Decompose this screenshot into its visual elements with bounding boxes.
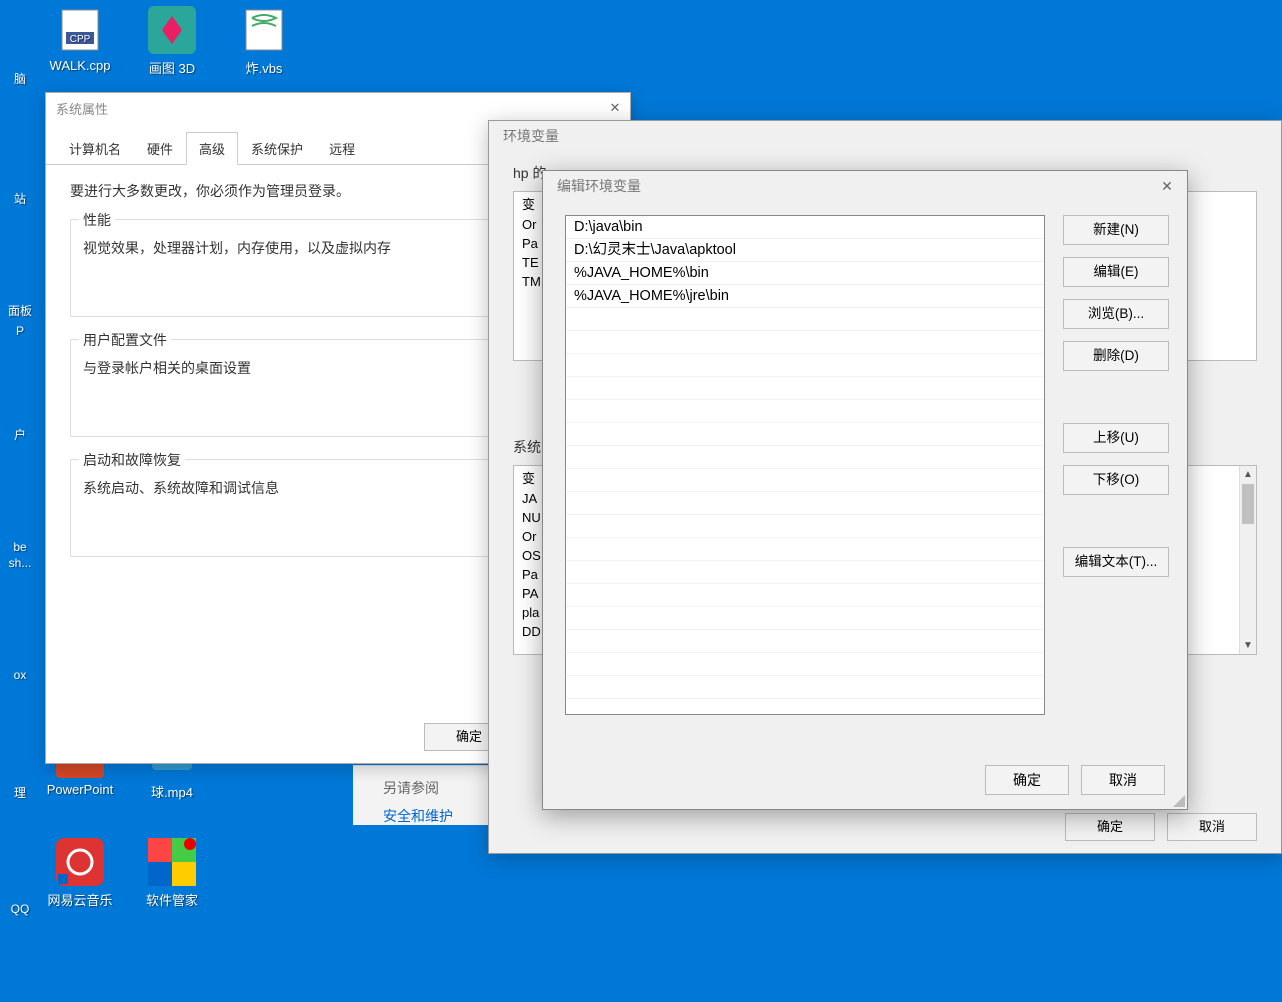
sys-props-titlebar[interactable]: 系统属性 ✕ [46,93,630,123]
resize-grip[interactable] [1173,795,1185,807]
edit-env-variable-dialog: 编辑环境变量 ✕ D:\java\bin D:\幻灵末士\Java\apktoo… [542,170,1188,810]
tab-system-protection[interactable]: 系统保护 [238,132,316,165]
path-row[interactable] [566,377,1044,400]
left-frag[interactable]: sh... [0,556,40,570]
netease-music-icon [56,838,104,886]
group-legend: 启动和故障恢复 [79,450,185,470]
svg-text:CPP: CPP [70,34,91,45]
tab-advanced[interactable]: 高级 [186,132,238,165]
group-legend: 性能 [79,210,115,230]
path-row[interactable] [566,515,1044,538]
path-row[interactable] [566,400,1044,423]
cancel-button[interactable]: 取消 [1081,765,1165,795]
desktop-icon-label: PowerPoint [40,782,120,797]
tab-remote[interactable]: 远程 [316,132,368,165]
scroll-up-icon[interactable]: ▲ [1240,466,1256,483]
left-frag[interactable]: 站 [0,190,40,207]
path-row[interactable]: D:\java\bin [566,216,1044,239]
path-row[interactable]: %JAVA_HOME%\bin [566,262,1044,285]
desktop-icon-label: 软件管家 [132,890,212,909]
desktop-icon-label: 网易云音乐 [40,890,120,909]
cpp-file-icon: CPP [56,6,104,54]
delete-button[interactable]: 删除(D) [1063,341,1169,371]
left-frag[interactable]: ox [0,668,40,682]
paint3d-icon [148,6,196,54]
scrollbar-thumb[interactable] [1242,484,1254,524]
left-frag[interactable]: be [0,540,40,554]
path-row[interactable] [566,676,1044,699]
path-row[interactable] [566,561,1044,584]
path-row[interactable] [566,653,1044,676]
vbs-file-icon [240,6,288,54]
move-down-button[interactable]: 下移(O) [1063,465,1169,495]
softmgr-icon [148,838,196,886]
desktop-icon-walk-cpp[interactable]: CPP WALK.cpp [40,6,120,73]
browse-button[interactable]: 浏览(B)... [1063,299,1169,329]
path-row[interactable] [566,469,1044,492]
move-up-button[interactable]: 上移(U) [1063,423,1169,453]
path-row[interactable] [566,607,1044,630]
new-button[interactable]: 新建(N) [1063,215,1169,245]
desktop-icon-label: 球.mp4 [132,782,212,801]
env-dlg-title: 环境变量 [503,126,559,146]
scrollbar[interactable]: ▲ ▼ [1239,466,1256,654]
close-icon[interactable]: ✕ [605,98,625,118]
path-row[interactable] [566,354,1044,377]
path-row[interactable] [566,538,1044,561]
desktop-icon-label: 炸.vbs [224,58,304,77]
sys-props-title: 系统属性 [56,99,108,118]
path-row[interactable] [566,492,1044,515]
ok-button[interactable]: 确定 [985,765,1069,795]
path-row[interactable] [566,331,1044,354]
desktop-icon-netease[interactable]: 网易云音乐 [40,838,120,909]
desktop-icon-label: WALK.cpp [40,58,120,73]
left-frag[interactable]: 理 [0,784,40,801]
edit-text-button[interactable]: 编辑文本(T)... [1063,547,1169,577]
desktop-icon-softmgr[interactable]: 软件管家 [132,838,212,909]
desktop-icon-vbs[interactable]: 炸.vbs [224,6,304,77]
cancel-button[interactable]: 取消 [1167,813,1257,841]
left-frag[interactable]: 户 [0,426,40,443]
group-legend: 用户配置文件 [79,330,171,350]
edit-dlg-title: 编辑环境变量 [557,176,641,196]
path-row[interactable] [566,423,1044,446]
desktop-left-strip: 脑 站 P 面板 户 be sh... ox 理 QQ [0,0,40,1002]
path-row[interactable] [566,308,1044,331]
close-icon[interactable]: ✕ [1157,176,1177,196]
edit-button[interactable]: 编辑(E) [1063,257,1169,287]
left-frag[interactable]: 脑 [0,70,40,87]
scroll-down-icon[interactable]: ▼ [1240,637,1256,654]
ok-button[interactable]: 确定 [1065,813,1155,841]
path-row[interactable]: %JAVA_HOME%\jre\bin [566,285,1044,308]
left-frag[interactable]: QQ [0,902,40,916]
edit-dlg-titlebar[interactable]: 编辑环境变量 ✕ [543,171,1187,201]
left-frag[interactable]: 面板 [0,302,40,319]
env-dlg-titlebar[interactable]: 环境变量 [489,121,1281,151]
path-row[interactable] [566,584,1044,607]
path-listbox[interactable]: D:\java\bin D:\幻灵末士\Java\apktool %JAVA_H… [565,215,1045,715]
path-row[interactable] [566,446,1044,469]
tab-computer-name[interactable]: 计算机名 [56,132,134,165]
desktop-icon-paint3d[interactable]: 画图 3D [132,6,212,77]
tab-hardware[interactable]: 硬件 [134,132,186,165]
desktop-icon-label: 画图 3D [132,58,212,77]
path-row[interactable] [566,630,1044,653]
left-frag[interactable]: P [0,324,40,338]
path-row[interactable]: D:\幻灵末士\Java\apktool [566,239,1044,262]
